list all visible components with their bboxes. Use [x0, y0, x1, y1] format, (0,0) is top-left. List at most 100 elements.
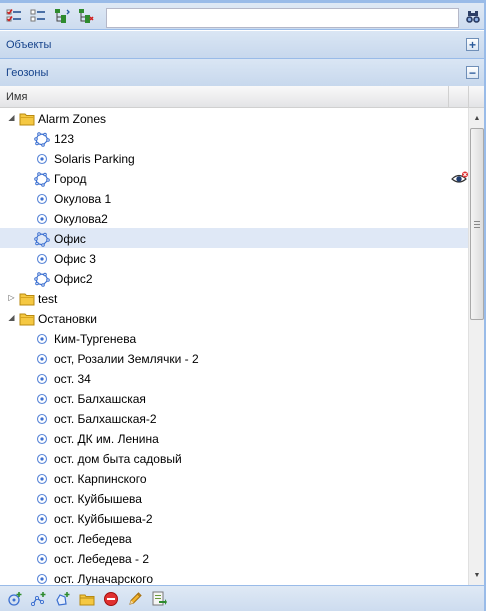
tree-zone-row[interactable]: ост. Луначарского — [0, 568, 468, 585]
circle-zone-icon — [34, 251, 50, 267]
tree-zone-row[interactable]: ост. Балхашская — [0, 388, 468, 408]
geozone-tree: ◢ Alarm Zones 123 Solaris Parking Город Окуло… — [0, 108, 468, 585]
tree-item-label: ост. дом быта садовый — [54, 452, 182, 466]
circle-zone-icon — [34, 451, 50, 467]
column-separator[interactable] — [448, 86, 449, 108]
tree-zone-row[interactable]: ост. Куйбышева — [0, 488, 468, 508]
tree-zone-row[interactable]: Ким-Тургенева — [0, 328, 468, 348]
tree-item-label: ост. Карпинского — [54, 472, 147, 486]
folder-icon — [19, 291, 35, 307]
tree-zone-row[interactable]: Окулова2 — [0, 208, 468, 228]
bottom-toolbar — [0, 585, 486, 611]
tree-collapse-icon[interactable] — [77, 7, 95, 25]
grip-line — [474, 224, 480, 225]
tree-item-label: Solaris Parking — [54, 152, 135, 166]
binoculars-icon[interactable] — [464, 8, 482, 26]
tree-zone-row[interactable]: ост. Лебедева — [0, 528, 468, 548]
tree-zone-row[interactable]: ост. 34 — [0, 368, 468, 388]
tree-item-label: ост. Куйбышева — [54, 492, 142, 506]
check-list-icon[interactable] — [5, 7, 23, 25]
tree-item-label: Офис — [54, 232, 86, 246]
add-circle-zone-icon[interactable] — [6, 590, 24, 608]
scroll-down-arrow-icon[interactable]: ▼ — [469, 567, 485, 583]
tree-zone-row[interactable]: ост. Куйбышева-2 — [0, 508, 468, 528]
tree-item-label: Остановки — [38, 312, 97, 326]
folder-icon — [19, 311, 35, 327]
tree-zone-row[interactable]: ост. дом быта садовый — [0, 448, 468, 468]
circle-zone-icon — [34, 571, 50, 585]
tree-zone-row[interactable]: ост. Балхашская-2 — [0, 408, 468, 428]
circle-zone-icon — [34, 411, 50, 427]
top-toolbar — [0, 3, 486, 30]
tree-zone-row[interactable]: ост. Лебедева - 2 — [0, 548, 468, 568]
circle-zone-icon — [34, 391, 50, 407]
tree-folder-row[interactable]: ▷ test — [0, 288, 468, 308]
grip-line — [474, 221, 480, 222]
scroll-up-arrow-icon[interactable]: ▲ — [469, 110, 485, 126]
expand-plus-icon[interactable]: + — [466, 38, 479, 51]
circle-zone-icon — [34, 331, 50, 347]
tree-item-label: test — [38, 292, 58, 306]
collapse-minus-icon[interactable]: − — [466, 66, 479, 79]
tree-zone-row[interactable]: Офис2 — [0, 268, 468, 288]
polygon-zone-icon — [34, 131, 50, 147]
tree-expand-icon[interactable] — [53, 7, 71, 25]
tree-scrollbar[interactable]: ▲ ▼ — [468, 108, 485, 585]
scroll-thumb[interactable] — [470, 128, 484, 320]
tree-zone-row[interactable]: Город — [0, 168, 468, 188]
edit-pencil-icon[interactable] — [126, 590, 144, 608]
expand-arrow-icon[interactable]: ▷ — [7, 293, 16, 302]
polygon-zone-icon — [34, 171, 50, 187]
objects-panel-header[interactable]: Объекты + — [0, 31, 486, 59]
add-polygon-zone-icon[interactable] — [54, 590, 72, 608]
polygon-zone-icon — [34, 231, 50, 247]
tree-folder-row[interactable]: ◢ Alarm Zones — [0, 108, 468, 128]
tree-item-label: ост. Куйбышева-2 — [54, 512, 153, 526]
collapse-arrow-icon[interactable]: ◢ — [7, 113, 16, 122]
circle-zone-icon — [34, 151, 50, 167]
objects-panel-title: Объекты — [6, 39, 52, 51]
tree-zone-row[interactable]: 123 — [0, 128, 468, 148]
tree-item-label: ост. Лебедева - 2 — [54, 552, 149, 566]
tree-zone-row[interactable]: Офис — [0, 228, 468, 248]
uncheck-list-icon[interactable] — [29, 7, 47, 25]
circle-zone-icon — [34, 551, 50, 567]
tree-zone-row[interactable]: ост. Карпинского — [0, 468, 468, 488]
circle-zone-icon — [34, 211, 50, 227]
tree-item-label: ост. 34 — [54, 372, 91, 386]
eye-hidden-icon[interactable] — [451, 171, 468, 185]
tree-item-label: Alarm Zones — [38, 112, 107, 126]
column-name-header[interactable]: Имя — [6, 91, 27, 103]
circle-zone-icon — [34, 191, 50, 207]
tree-item-label: ост. Лебедева — [54, 532, 132, 546]
tree-zone-row[interactable]: Solaris Parking — [0, 148, 468, 168]
tree-item-label: 123 — [54, 132, 75, 146]
tree-item-label: ост. Луначарского — [54, 572, 153, 585]
add-folder-icon[interactable] — [78, 590, 96, 608]
collapse-arrow-icon[interactable]: ◢ — [7, 313, 16, 322]
circle-zone-icon — [34, 431, 50, 447]
circle-zone-icon — [34, 491, 50, 507]
tree-zone-row[interactable]: ост, Розалии Землячки - 2 — [0, 348, 468, 368]
tree-zone-row[interactable]: ост. ДК им. Ленина — [0, 428, 468, 448]
tree-item-label: ост, Розалии Землячки - 2 — [54, 352, 199, 366]
add-line-zone-icon[interactable] — [30, 590, 48, 608]
tree-item-label: Город — [54, 172, 87, 186]
export-icon[interactable] — [150, 590, 168, 608]
tree-zone-row[interactable]: Офис 3 — [0, 248, 468, 268]
tree-item-label: ост. Балхашская-2 — [54, 412, 157, 426]
circle-zone-icon — [34, 531, 50, 547]
geozones-panel-header[interactable]: Геозоны − — [0, 59, 486, 87]
folder-icon — [19, 111, 35, 127]
geozones-panel-title: Геозоны — [6, 67, 49, 79]
delete-icon[interactable] — [102, 590, 120, 608]
tree-zone-row[interactable]: Окулова 1 — [0, 188, 468, 208]
tree-item-label: Офис 3 — [54, 252, 96, 266]
tree-folder-row[interactable]: ◢ Остановки — [0, 308, 468, 328]
tree-item-label: Ким-Тургенева — [54, 332, 137, 346]
tree-item-label: ост. ДК им. Ленина — [54, 432, 159, 446]
tree-item-label: Окулова 1 — [54, 192, 112, 206]
tree-item-label: ост. Балхашская — [54, 392, 146, 406]
column-separator — [468, 86, 469, 108]
search-input[interactable] — [106, 8, 459, 28]
